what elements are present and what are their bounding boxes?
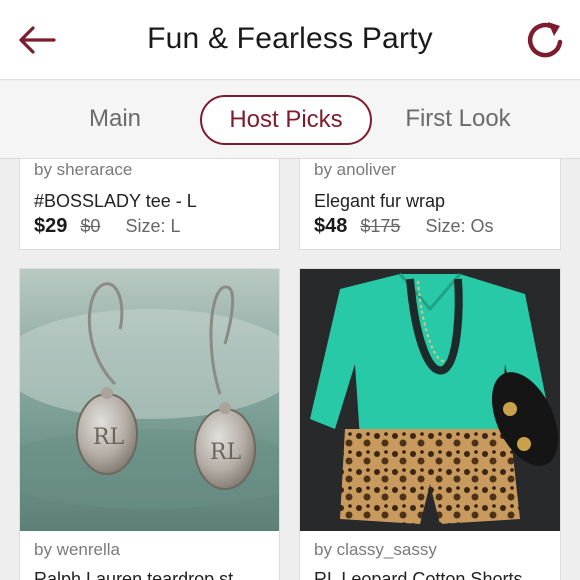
listing-title: Ralph Lauren teardrop st bbox=[34, 569, 234, 580]
listing-card[interactable]: by classy_sassy RL Leopard Cotton Shorts bbox=[299, 268, 561, 580]
tab-host-picks[interactable]: Host Picks bbox=[200, 95, 372, 145]
price: $48 bbox=[314, 215, 348, 237]
page-title: Fun & Fearless Party bbox=[147, 22, 433, 55]
tab-main[interactable]: Main bbox=[70, 95, 160, 145]
svg-text:RL: RL bbox=[210, 440, 242, 465]
price: $29 bbox=[34, 215, 68, 237]
seller-name[interactable]: by wenrella bbox=[34, 540, 120, 560]
price-row: $29 $0 Size: L bbox=[34, 215, 180, 238]
listing-card[interactable]: by anoliver Elegant fur wrap $48 $175 Si… bbox=[299, 159, 561, 250]
tab-bar: Main Host Picks First Look bbox=[0, 81, 580, 159]
listing-title: #BOSSLADY tee - L bbox=[34, 191, 197, 211]
price-row: $48 $175 Size: Os bbox=[314, 215, 493, 238]
seller-name[interactable]: by anoliver bbox=[314, 160, 396, 180]
seller-name[interactable]: by classy_sassy bbox=[314, 540, 437, 560]
original-price: $175 bbox=[360, 216, 401, 236]
refresh-icon[interactable] bbox=[524, 18, 568, 62]
svg-text:RL: RL bbox=[93, 425, 125, 450]
listing-card[interactable]: RL RL by wenrella Ralph Lauren teardrop … bbox=[19, 268, 280, 580]
original-price: $0 bbox=[80, 216, 101, 236]
size-label: Size: Os bbox=[425, 216, 494, 236]
app-header: Fun & Fearless Party bbox=[0, 0, 580, 80]
size-label: Size: L bbox=[125, 216, 181, 236]
tab-first-look[interactable]: First Look bbox=[392, 95, 524, 145]
listing-title: Elegant fur wrap bbox=[314, 191, 446, 211]
listing-photo[interactable]: RL RL bbox=[20, 269, 279, 531]
listing-title: RL Leopard Cotton Shorts bbox=[314, 569, 523, 580]
listing-photo[interactable] bbox=[300, 269, 560, 531]
seller-name[interactable]: by sherarace bbox=[34, 160, 132, 180]
listing-card[interactable]: by sherarace #BOSSLADY tee - L $29 $0 Si… bbox=[19, 159, 280, 250]
